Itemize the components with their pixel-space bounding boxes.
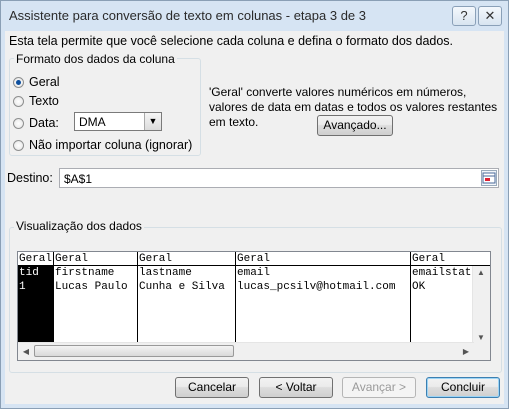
- close-button[interactable]: ✕: [478, 6, 502, 26]
- radio-icon: [13, 117, 24, 129]
- window-title: Assistente para conversão de texto em co…: [9, 8, 366, 23]
- data-preview-grid[interactable]: Geral Geral Geral Geral Geral tid firstn…: [17, 251, 491, 361]
- radio-geral[interactable]: Geral: [13, 75, 60, 89]
- scroll-up-icon[interactable]: ▲: [473, 268, 489, 277]
- scroll-right-icon[interactable]: ▶: [458, 347, 474, 356]
- radio-data[interactable]: Data:: [13, 116, 59, 130]
- date-format-value: DMA: [79, 115, 106, 129]
- radio-nao-importar[interactable]: Não importar coluna (ignorar): [13, 138, 192, 152]
- wizard-window: Assistente para conversão de texto em co…: [0, 0, 509, 409]
- scroll-thumb[interactable]: [34, 345, 234, 357]
- intro-text: Esta tela permite que você selecione cad…: [9, 34, 454, 48]
- destination-input[interactable]: $A$1: [59, 168, 499, 188]
- radio-icon: [13, 95, 24, 107]
- horizontal-scrollbar[interactable]: ◀ ▶: [18, 342, 474, 360]
- radio-data-label: Data:: [29, 116, 59, 130]
- scroll-left-icon[interactable]: ◀: [18, 347, 34, 356]
- column-header[interactable]: Geral: [55, 253, 88, 265]
- data-cell: lastname: [139, 267, 192, 279]
- preview-group-legend: Visualização dos dados: [14, 219, 144, 233]
- title-bar: Assistente para conversão de texto em co…: [1, 1, 508, 31]
- destination-value: $A$1: [64, 172, 93, 186]
- column-header[interactable]: Geral: [19, 253, 52, 265]
- data-cell: firstname: [55, 267, 115, 279]
- cancel-button[interactable]: Cancelar: [175, 377, 249, 398]
- destination-label: Destino:: [7, 171, 53, 185]
- data-cell: tid: [19, 267, 39, 279]
- back-button[interactable]: < Voltar: [259, 377, 333, 398]
- data-cell: email: [237, 267, 271, 279]
- scroll-corner: [473, 343, 490, 360]
- range-selector-icon[interactable]: [481, 170, 497, 186]
- advanced-button[interactable]: Avançado...: [317, 115, 393, 136]
- chevron-down-icon[interactable]: ▼: [144, 113, 161, 130]
- radio-texto-label: Texto: [29, 94, 59, 108]
- scroll-down-icon[interactable]: ▼: [473, 333, 489, 342]
- dialog-body: Esta tela permite que você selecione cad…: [5, 31, 504, 404]
- date-format-select[interactable]: DMA ▼: [74, 112, 162, 131]
- radio-nao-importar-label: Não importar coluna (ignorar): [29, 138, 193, 152]
- format-group-legend: Formato dos dados da coluna: [14, 52, 177, 66]
- data-cell: lucas_pcsilv@hotmail.com: [237, 281, 396, 293]
- data-cell: Lucas Paulo: [55, 281, 128, 293]
- radio-icon: [13, 139, 24, 151]
- vertical-scrollbar[interactable]: ▲ ▼: [472, 266, 490, 344]
- radio-texto[interactable]: Texto: [13, 94, 59, 108]
- finish-button[interactable]: Concluir: [426, 377, 500, 398]
- help-button[interactable]: ?: [452, 6, 476, 26]
- data-cell: 1: [19, 281, 26, 293]
- data-cell: Cunha e Silva: [139, 281, 225, 293]
- radio-geral-label: Geral: [29, 75, 60, 89]
- radio-selected-icon: [13, 76, 24, 88]
- next-button[interactable]: Avançar >: [342, 377, 416, 398]
- column-header[interactable]: Geral: [139, 253, 172, 265]
- header-divider: [18, 265, 490, 266]
- column-header[interactable]: Geral: [412, 253, 445, 265]
- column-header[interactable]: Geral: [237, 253, 270, 265]
- data-cell: OK: [412, 281, 426, 293]
